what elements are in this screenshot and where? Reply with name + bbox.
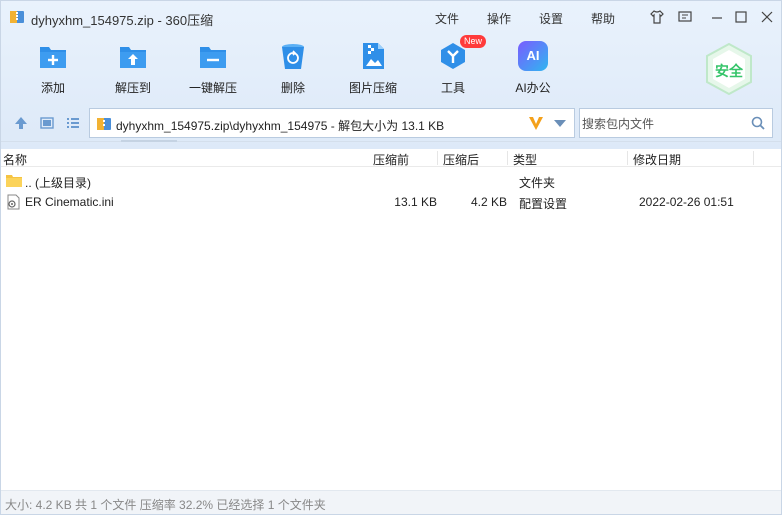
app-window: dyhyxhm_154975.zip - 360压缩 文件 操作 设置 帮助 添…	[0, 0, 782, 515]
delete-label: 删除	[280, 81, 305, 95]
row-name: .. (上级目录)	[25, 176, 91, 190]
settings-file-icon	[7, 194, 20, 210]
add-button[interactable]: 添加	[16, 41, 90, 101]
new-badge: New	[460, 35, 487, 48]
title-bar: dyhyxhm_154975.zip - 360压缩 文件 操作 设置 帮助	[1, 1, 781, 33]
zip-file-icon	[97, 118, 111, 130]
menu-operation[interactable]: 操作	[487, 10, 511, 27]
minimize-icon[interactable]	[709, 9, 725, 25]
row-name: ER Cinematic.ini	[25, 195, 114, 209]
ai-office-label: AI办公	[515, 81, 551, 95]
ai-icon-text: AI	[526, 48, 540, 63]
one-click-extract-icon	[200, 47, 226, 68]
menu-settings[interactable]: 设置	[539, 10, 563, 27]
address-bar[interactable]: dyhyxhm_154975.zip\dyhyxhm_154975 - 解包大小…	[89, 108, 575, 138]
column-after[interactable]: 压缩后	[443, 151, 479, 168]
address-row: dyhyxhm_154975.zip\dyhyxhm_154975 - 解包大小…	[1, 107, 781, 139]
top-area: dyhyxhm_154975.zip - 360压缩 文件 操作 设置 帮助 添…	[1, 1, 781, 149]
divider	[1, 141, 781, 142]
column-header: 名称 压缩前 压缩后 类型 修改日期	[1, 149, 781, 167]
add-folder-icon	[40, 47, 66, 68]
address-path: dyhyxhm_154975.zip\dyhyxhm_154975 - 解包大小…	[116, 119, 445, 133]
row-type: 文件夹	[519, 176, 556, 190]
column-divider[interactable]	[627, 151, 628, 165]
column-divider[interactable]	[753, 151, 754, 165]
tools-label: 工具	[440, 81, 465, 95]
ai-office-button[interactable]: AI AI办公	[496, 41, 570, 101]
ai-office-icon: AI	[518, 41, 548, 71]
feedback-icon[interactable]	[677, 9, 693, 25]
safe-shield-badge[interactable]: 安全	[705, 43, 753, 95]
tools-button[interactable]: New 工具	[416, 35, 490, 101]
extract-to-label: 解压到	[114, 81, 151, 95]
list-view-icon[interactable]	[65, 115, 81, 131]
close-icon[interactable]	[759, 9, 775, 25]
menu-help[interactable]: 帮助	[591, 10, 615, 27]
up-arrow-icon[interactable]	[13, 115, 29, 131]
maximize-icon[interactable]	[733, 9, 749, 25]
extract-to-button[interactable]: 解压到	[96, 41, 170, 101]
search-icon[interactable]	[750, 115, 766, 131]
column-modified[interactable]: 修改日期	[633, 151, 681, 168]
image-compress-button[interactable]: 图片压缩	[336, 41, 410, 101]
v-logo-icon[interactable]	[526, 113, 546, 133]
table-row[interactable]: .. (上级目录) 文件夹	[1, 171, 781, 191]
folder-icon	[6, 175, 22, 187]
image-compress-label: 图片压缩	[348, 81, 397, 95]
search-box[interactable]	[579, 108, 773, 138]
thumbnail-view-icon[interactable]	[39, 115, 55, 131]
row-after: 4.2 KB	[470, 195, 507, 209]
row-before: 13.1 KB	[394, 195, 437, 209]
column-divider[interactable]	[507, 151, 508, 165]
table-row[interactable]: ER Cinematic.ini 13.1 KB 4.2 KB 配置设置 202…	[1, 192, 781, 212]
chevron-down-icon[interactable]	[554, 120, 566, 127]
skin-shirt-icon[interactable]	[649, 9, 665, 25]
column-type[interactable]: 类型	[513, 151, 537, 168]
window-title: dyhyxhm_154975.zip - 360压缩	[31, 13, 214, 28]
add-label: 添加	[40, 81, 65, 95]
delete-button[interactable]: 删除	[256, 41, 330, 101]
row-modified: 2022-02-26 01:51	[639, 195, 734, 209]
column-before[interactable]: 压缩前	[373, 151, 409, 168]
row-type: 配置设置	[519, 197, 568, 211]
menu-file[interactable]: 文件	[435, 10, 459, 27]
status-bar: 大小: 4.2 KB 共 1 个文件 压缩率 32.2% 已经选择 1 个文件夹	[1, 490, 781, 514]
one-click-extract-button[interactable]: 一键解压	[176, 41, 250, 101]
divider-accent	[121, 140, 177, 142]
safe-label: 安全	[715, 63, 743, 79]
one-click-extract-label: 一键解压	[188, 81, 237, 95]
search-input[interactable]	[582, 115, 742, 133]
column-divider[interactable]	[437, 151, 438, 165]
extract-folder-icon	[120, 47, 146, 68]
image-compress-icon	[363, 43, 384, 69]
zip-app-icon	[10, 11, 24, 23]
status-text: 大小: 4.2 KB 共 1 个文件 压缩率 32.2% 已经选择 1 个文件夹	[5, 498, 326, 512]
column-name[interactable]: 名称	[3, 151, 27, 168]
recycle-bin-icon	[282, 44, 304, 69]
